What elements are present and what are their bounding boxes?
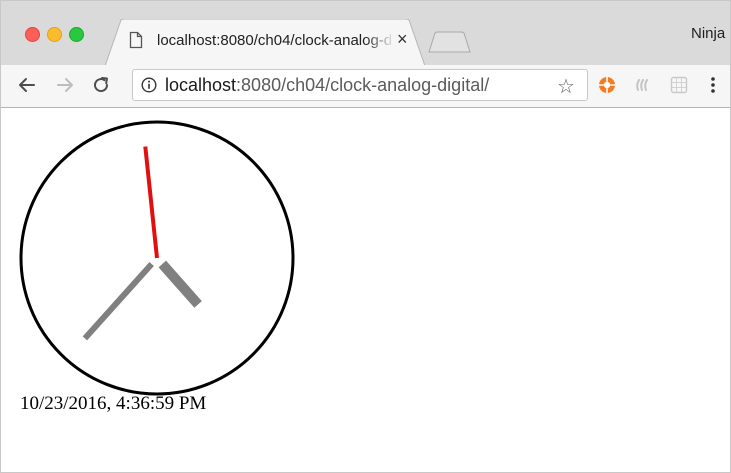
url-path: :8080/ch04/clock-analog-digital/: [236, 75, 490, 95]
bookmark-star-icon[interactable]: ☆: [557, 74, 575, 99]
tab-strip: localhost:8080/ch04/clock-analog-digital…: [1, 1, 730, 66]
gray-extension-icon[interactable]: [633, 75, 653, 100]
new-tab-button[interactable]: [425, 31, 473, 58]
tab-title-fade: [365, 29, 395, 51]
kebab-menu-icon[interactable]: [709, 75, 717, 100]
analog-clock: [19, 120, 295, 396]
window-minimize-button[interactable]: [47, 27, 62, 42]
window-zoom-button[interactable]: [69, 27, 84, 42]
address-url[interactable]: localhost:8080/ch04/clock-analog-digital…: [165, 75, 489, 96]
tab-clock-analog-digital[interactable]: localhost:8080/ch04/clock-analog-digital…: [105, 19, 425, 66]
tab-close-icon[interactable]: ×: [397, 30, 408, 48]
tab-title: localhost:8080/ch04/clock-analog-digital…: [157, 32, 393, 49]
address-bar[interactable]: localhost:8080/ch04/clock-analog-digital…: [132, 69, 588, 101]
info-icon[interactable]: [141, 77, 157, 98]
profile-name[interactable]: Ninja: [691, 25, 725, 42]
toolbar: localhost:8080/ch04/clock-analog-digital…: [1, 65, 730, 108]
orange-extension-icon[interactable]: [597, 75, 617, 100]
reload-icon[interactable]: [87, 71, 115, 99]
forward-arrow-icon[interactable]: [51, 71, 79, 99]
page-content: 10/23/2016, 4:36:59 PM: [1, 108, 730, 472]
back-arrow-icon[interactable]: [13, 71, 41, 99]
url-host: localhost: [165, 75, 237, 95]
digital-clock-readout: 10/23/2016, 4:36:59 PM: [20, 393, 207, 414]
window-close-button[interactable]: [25, 27, 40, 42]
browser-window: localhost:8080/ch04/clock-analog-digital…: [0, 0, 731, 473]
grid-extension-icon[interactable]: [669, 75, 689, 100]
